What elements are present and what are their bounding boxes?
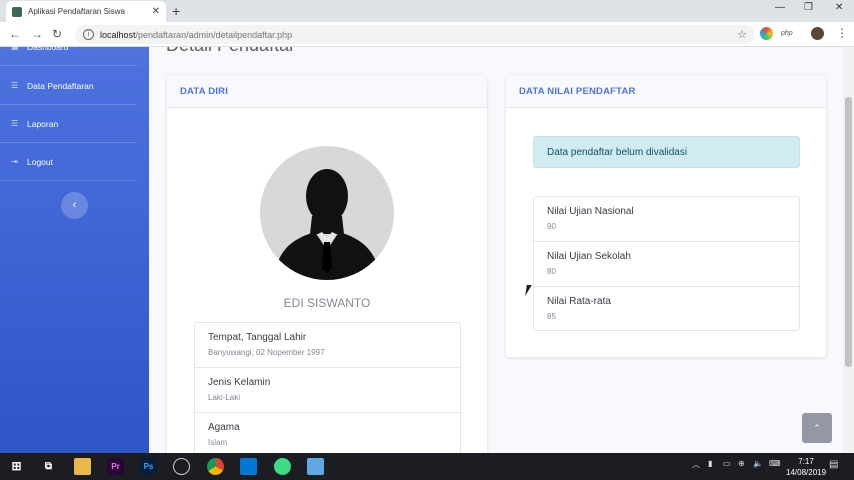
card-header: DATA NILAI PENDAFTAR <box>506 75 826 108</box>
android-studio-icon[interactable] <box>274 458 291 475</box>
data-diri-card: DATA DIRI EDI SISWANTO Tempat, Tanggal L… <box>167 75 487 453</box>
list-item: Jenis Kelamin Laki-Laki <box>195 368 460 413</box>
logout-icon: ⇥ <box>11 157 18 166</box>
list-icon: ☰ <box>11 81 19 90</box>
taskbar-clock[interactable]: 7:17 14/08/2019 <box>786 456 826 478</box>
sidebar-item-data-pendaftaran[interactable]: ☰ Data Pendaftaran <box>0 67 137 105</box>
score-list: Nilai Ujian Nasional 90 Nilai Ujian Seko… <box>533 196 800 331</box>
minimize-button[interactable]: — <box>775 2 785 13</box>
tab-title: Aplikasi Pendaftaran Siswa <box>28 7 125 16</box>
php-extension-icon[interactable]: php <box>781 27 797 40</box>
score-value: 85 <box>547 312 556 321</box>
applicant-name: EDI SISWANTO <box>283 296 371 310</box>
sidebar-item-label: Laporan <box>27 118 59 129</box>
task-view-icon[interactable]: ⧉ <box>40 458 57 475</box>
score-value: 90 <box>547 222 556 231</box>
clock-time: 7:17 <box>798 457 814 466</box>
input-method-icon[interactable]: ⌨ <box>769 459 781 468</box>
url-path: /pendaftaran/admin/detailpendaftar.php <box>135 29 293 40</box>
dashboard-icon: ▦ <box>11 42 19 51</box>
list-item: Tempat, Tanggal Lahir Banyuwangi, 02 Nop… <box>195 323 460 368</box>
data-nilai-card: DATA NILAI PENDAFTAR Data pendaftar belu… <box>506 75 826 357</box>
windows-taskbar: ⊞ ⧉ Pr Ps ︿ ▮ ▭ ⊕ 🔈 ⌨ 7:17 14/08/2019 ▤ <box>0 453 854 480</box>
browser-titlebar: Aplikasi Pendaftaran Siswa ✕ + — ❐ ✕ <box>0 0 854 22</box>
obs-icon[interactable] <box>173 458 190 475</box>
premiere-icon[interactable]: Pr <box>107 458 124 475</box>
address-bar[interactable]: i localhost/pendaftaran/admin/detailpend… <box>75 25 755 44</box>
user-avatar-icon <box>260 146 394 280</box>
sidebar-item-label: Dashboard <box>27 41 69 52</box>
network-icon[interactable]: ⊕ <box>738 459 745 468</box>
score-label: Nilai Ujian Sekolah <box>547 251 631 262</box>
list-item: Agama Islam <box>195 413 460 453</box>
page-title: Detail Pendaftar <box>166 47 295 56</box>
sidebar-item-dashboard[interactable]: ▦ Dashboard <box>0 28 137 66</box>
sidebar-item-label: Logout <box>27 156 53 167</box>
clock-date: 14/08/2019 <box>786 468 827 477</box>
app-favicon-icon <box>12 6 22 17</box>
bookmark-star-icon[interactable]: ☆ <box>737 28 747 41</box>
volume-icon[interactable]: 🔈 <box>753 459 763 468</box>
score-label: Nilai Rata-rata <box>547 296 611 307</box>
list-item: Nilai Ujian Sekolah 80 <box>534 242 799 287</box>
scrollbar-thumb[interactable] <box>845 97 852 367</box>
validation-alert: Data pendaftar belum divalidasi <box>533 136 800 168</box>
card-header: DATA DIRI <box>167 75 487 108</box>
notification-icon[interactable]: ▤ <box>829 459 838 470</box>
browser-menu-icon[interactable]: ⋮ <box>836 26 848 40</box>
page-scrollbar[interactable] <box>843 47 854 453</box>
sidebar: ▦ Dashboard ☰ Data Pendaftaran ☰ Laporan… <box>0 42 149 453</box>
field-value: Laki-Laki <box>208 393 241 402</box>
photoshop-icon[interactable]: Ps <box>140 458 157 475</box>
sidebar-toggle-button[interactable]: ‹ <box>61 192 88 219</box>
new-tab-button[interactable]: + <box>172 3 180 19</box>
sidebar-item-laporan[interactable]: ☰ Laporan <box>0 105 137 143</box>
maximize-button[interactable]: ❐ <box>804 2 813 13</box>
main-content: Detail Pendaftar DATA DIRI EDI SISWANTO … <box>149 47 854 453</box>
window-close-button[interactable]: ✕ <box>835 2 843 13</box>
field-value: Banyuwangi, 02 Nopember 1997 <box>208 348 325 357</box>
chrome-icon[interactable] <box>207 458 224 475</box>
browser-tab[interactable]: Aplikasi Pendaftaran Siswa ✕ <box>6 1 166 22</box>
profile-avatar[interactable] <box>811 27 824 40</box>
tray-device-icon[interactable]: ▮ <box>708 459 712 468</box>
list-icon: ☰ <box>11 119 19 128</box>
file-explorer-icon[interactable] <box>74 458 91 475</box>
sidebar-item-logout[interactable]: ⇥ Logout <box>0 143 137 181</box>
score-label: Nilai Ujian Nasional <box>547 206 634 217</box>
remote-desktop-icon[interactable] <box>307 458 324 475</box>
sidebar-item-label: Data Pendaftaran <box>27 80 94 91</box>
vscode-icon[interactable] <box>240 458 257 475</box>
field-label: Agama <box>208 422 240 433</box>
scroll-to-top-button[interactable]: ⌃ <box>802 413 832 443</box>
personal-info-list: Tempat, Tanggal Lahir Banyuwangi, 02 Nop… <box>194 322 461 453</box>
windows-start-icon[interactable]: ⊞ <box>8 458 25 475</box>
color-extension-icon[interactable] <box>760 27 773 40</box>
field-label: Jenis Kelamin <box>208 377 271 388</box>
score-value: 80 <box>547 267 556 276</box>
tray-chevron-icon[interactable]: ︿ <box>692 459 700 470</box>
list-item: Nilai Ujian Nasional 90 <box>534 197 799 242</box>
battery-icon[interactable]: ▭ <box>723 459 731 468</box>
list-item: Nilai Rata-rata 85 <box>534 287 799 332</box>
field-label: Tempat, Tanggal Lahir <box>208 332 307 343</box>
tab-close-icon[interactable]: ✕ <box>152 6 160 17</box>
field-value: Islam <box>208 438 228 447</box>
